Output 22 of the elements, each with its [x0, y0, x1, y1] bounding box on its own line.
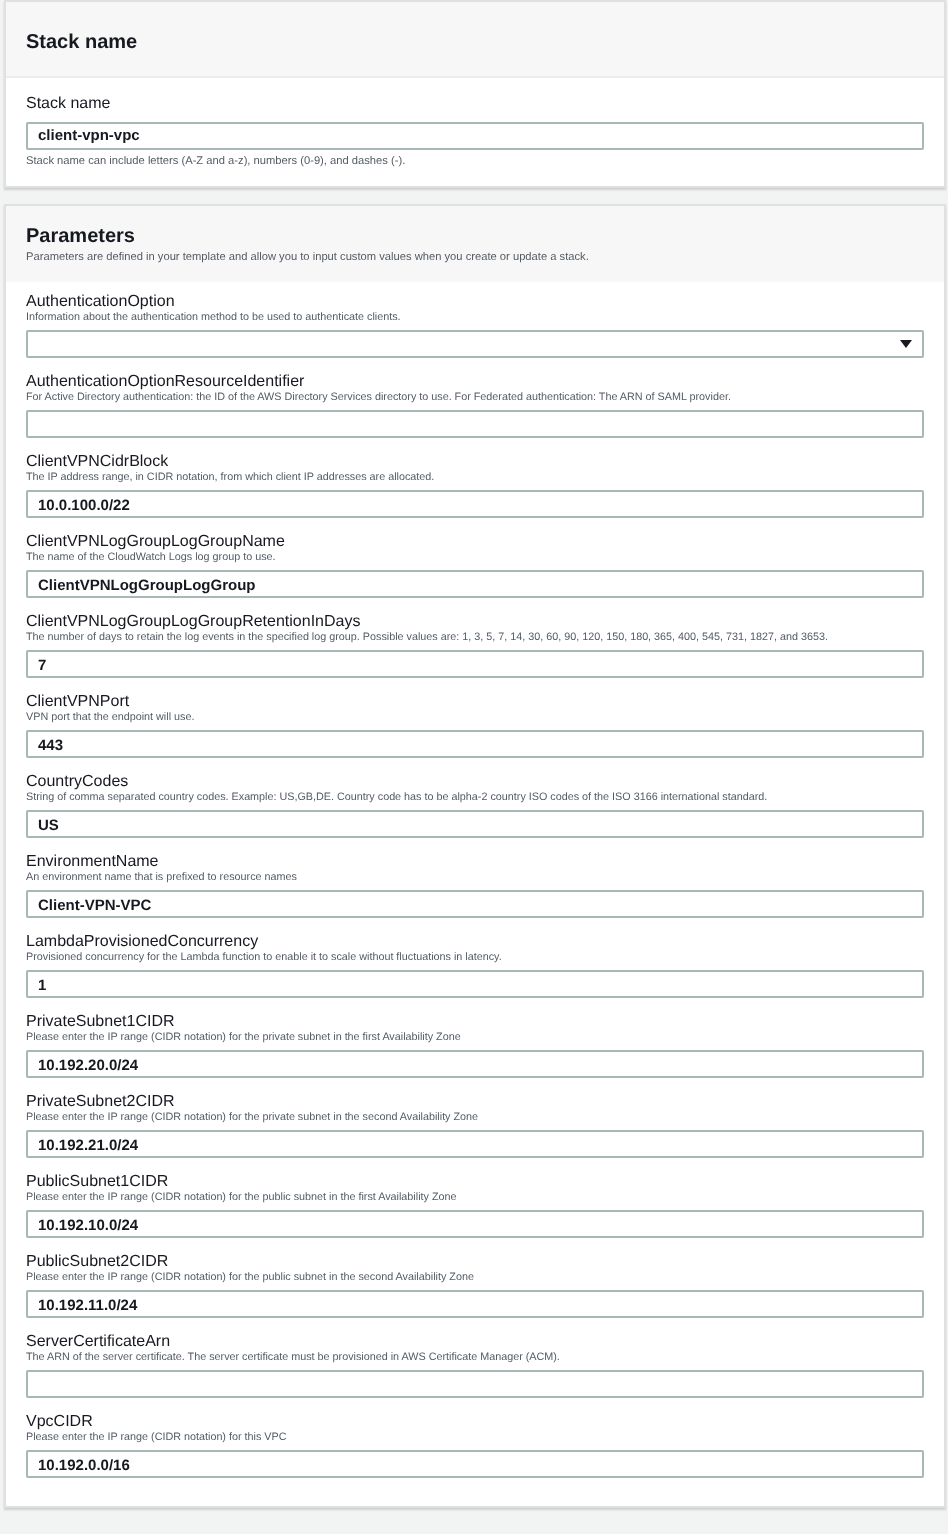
- field-label: ClientVPNLogGroupLogGroupRetentionInDays: [26, 610, 363, 632]
- field-label: ClientVPNLogGroupLogGroupName: [26, 530, 287, 552]
- field-label: AuthenticationOption: [26, 290, 177, 312]
- field-label: EnvironmentName: [26, 850, 161, 872]
- field-label: VpcCIDR: [26, 1410, 95, 1432]
- input-field[interactable]: [26, 410, 924, 438]
- field-label: PrivateSubnet1CIDR: [26, 1010, 177, 1032]
- section-title: Stack name: [26, 32, 138, 54]
- field-label: LambdaProvisionedConcurrency: [26, 930, 261, 952]
- field-label: PublicSubnet2CIDR: [26, 1250, 171, 1272]
- dropdown[interactable]: [26, 330, 924, 358]
- field-label: ClientVPNCidrBlock: [26, 450, 171, 472]
- field-label: AuthenticationOptionResourceIdentifier: [26, 370, 307, 392]
- field-label: PublicSubnet1CIDR: [26, 1170, 171, 1192]
- field-label: Stack name: [26, 92, 113, 114]
- field-label: ClientVPNPort: [26, 690, 132, 712]
- field-label: CountryCodes: [26, 770, 131, 792]
- field-label: ServerCertificateArn: [26, 1330, 173, 1352]
- section-title: Parameters: [26, 226, 137, 250]
- field-label: PrivateSubnet2CIDR: [26, 1090, 177, 1112]
- input-field[interactable]: [26, 1370, 924, 1398]
- caret-icon: [900, 340, 912, 348]
